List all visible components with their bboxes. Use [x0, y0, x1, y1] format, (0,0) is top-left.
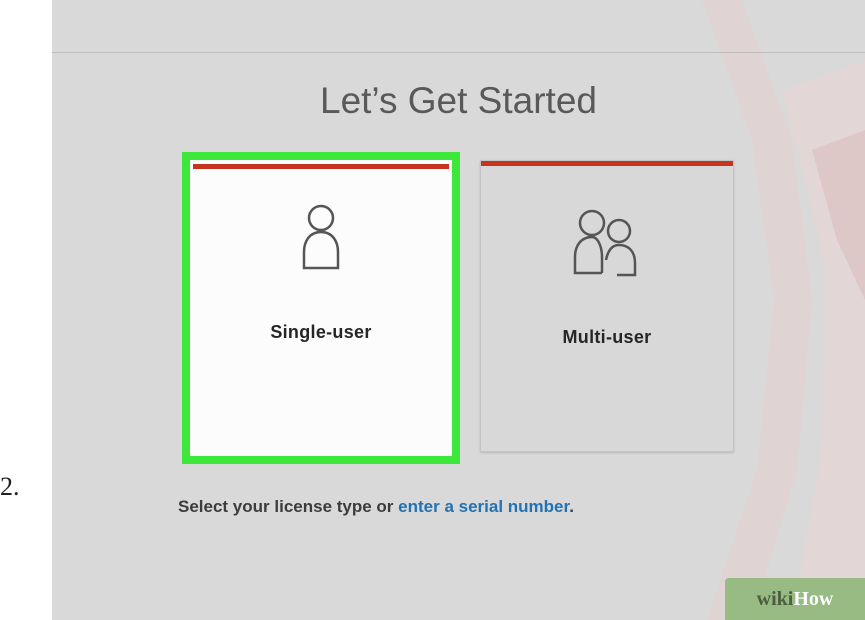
serial-number-link[interactable]: enter a serial number: [398, 497, 569, 516]
multi-user-label: Multi-user: [562, 327, 652, 347]
license-instruction: Select your license type or enter a seri…: [178, 497, 574, 517]
instruction-period: .: [569, 497, 574, 516]
accent-bar: [481, 161, 733, 166]
single-user-option[interactable]: Single-user: [182, 152, 460, 464]
license-dialog: Let’s Get Started Single-user Multi-user…: [52, 0, 865, 620]
step-number: 2.: [0, 472, 20, 501]
header-divider: [52, 52, 865, 53]
multi-user-icon: [481, 205, 733, 285]
single-user-icon: [190, 200, 452, 280]
single-user-label: Single-user: [270, 322, 372, 342]
multi-user-option[interactable]: Multi-user: [480, 160, 734, 452]
wikihow-watermark: wiki How: [725, 578, 865, 620]
instruction-text: Select your license type or: [178, 497, 399, 516]
accent-bar: [193, 164, 449, 169]
page-title: Let’s Get Started: [320, 80, 597, 121]
